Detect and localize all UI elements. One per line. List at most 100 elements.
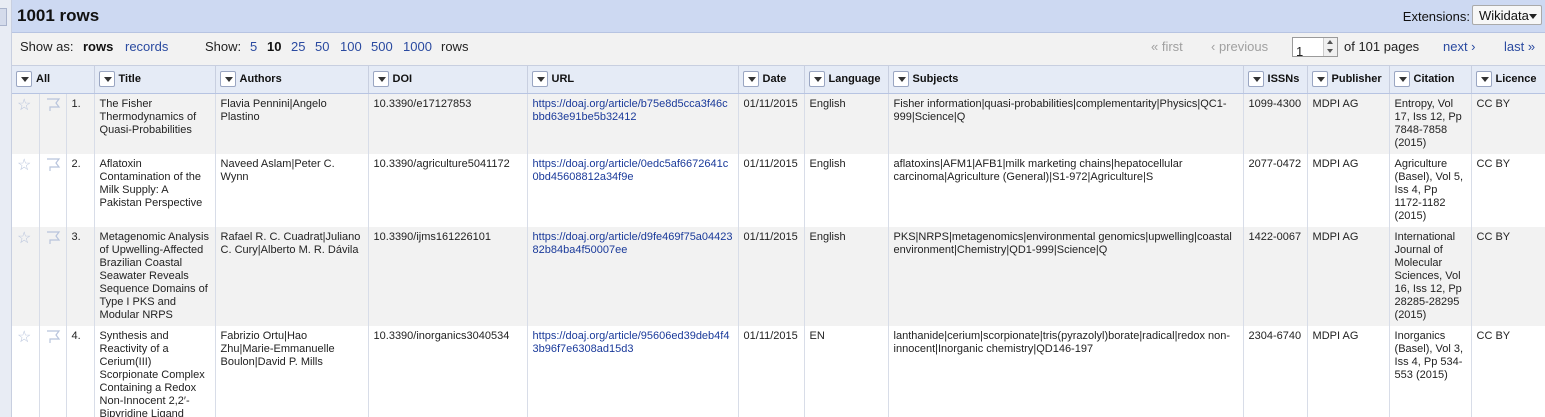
cell-authors[interactable]: Flavia Pennini|Angelo Plastino (215, 93, 369, 154)
cell-issns[interactable]: 2077-0472 (1243, 153, 1308, 227)
page-size-10[interactable]: 10 (267, 39, 281, 54)
next-page-link[interactable]: next › (1443, 39, 1476, 54)
column-menu-icon[interactable] (372, 71, 389, 88)
flag-icon[interactable] (45, 230, 61, 245)
show-as-records-option[interactable]: records (125, 39, 168, 54)
cell-language[interactable]: EN (804, 325, 889, 417)
column-header-licence[interactable]: Licence (1471, 66, 1545, 94)
cell-subjects[interactable]: PKS|NRPS|metagenomics|environmental geno… (888, 226, 1244, 326)
column-menu-icon[interactable] (1311, 71, 1328, 88)
flag-icon[interactable] (45, 329, 61, 344)
column-menu-icon[interactable] (892, 71, 909, 88)
cell-url[interactable]: https://doaj.org/article/b75e8d5cca3f46c… (527, 93, 739, 154)
page-size-100[interactable]: 100 (340, 39, 362, 54)
star-icon[interactable]: ☆ (17, 97, 31, 114)
cell-subjects[interactable]: Fisher information|quasi-probabilities|c… (888, 93, 1244, 154)
cell-citation[interactable]: International Journal of Molecular Scien… (1389, 226, 1472, 326)
star-icon[interactable]: ☆ (17, 230, 31, 247)
previous-page-link[interactable]: ‹ previous (1211, 39, 1268, 54)
cell-url[interactable]: https://doaj.org/article/0edc5af6672641c… (527, 153, 739, 227)
cell-doi[interactable]: 10.3390/inorganics3040534 (368, 325, 528, 417)
cell-publisher[interactable]: MDPI AG (1307, 226, 1390, 326)
page-size-1000[interactable]: 1000 (403, 39, 432, 54)
column-menu-icon[interactable] (16, 71, 32, 88)
cell-licence[interactable]: CC BY (1471, 325, 1545, 417)
page-number-input[interactable]: 1 (1292, 37, 1338, 59)
url-link[interactable]: https://doaj.org/article/0edc5af6672641c… (533, 158, 729, 183)
cell-language[interactable]: English (804, 153, 889, 227)
star-icon[interactable]: ☆ (17, 157, 31, 174)
url-link[interactable]: https://doaj.org/article/d9fe469f75a0442… (533, 231, 733, 256)
column-header-date[interactable]: Date (738, 66, 805, 94)
star-cell[interactable]: ☆ (12, 325, 40, 417)
column-menu-icon[interactable] (1393, 71, 1410, 88)
cell-subjects[interactable]: lanthanide|cerium|scorpionate|tris(pyraz… (888, 325, 1244, 417)
star-cell[interactable]: ☆ (12, 93, 40, 154)
cell-language[interactable]: English (804, 226, 889, 326)
column-header-citation[interactable]: Citation (1389, 66, 1472, 94)
cell-title[interactable]: Aflatoxin Contamination of the Milk Supp… (94, 153, 216, 227)
cell-licence[interactable]: CC BY (1471, 226, 1545, 326)
show-as-rows-option[interactable]: rows (83, 39, 113, 54)
page-size-25[interactable]: 25 (291, 39, 305, 54)
cell-citation[interactable]: Agriculture (Basel), Vol 5, Iss 4, Pp 11… (1389, 153, 1472, 227)
column-header-all[interactable]: All (12, 66, 95, 94)
stepper-up-icon[interactable] (1327, 40, 1333, 44)
cell-issns[interactable]: 2304-6740 (1243, 325, 1308, 417)
page-stepper[interactable] (1323, 38, 1337, 56)
page-size-500[interactable]: 500 (371, 39, 393, 54)
first-page-link[interactable]: « first (1151, 39, 1183, 54)
cell-title[interactable]: The Fisher Thermodynamics of Quasi-Proba… (94, 93, 216, 154)
column-menu-icon[interactable] (1247, 71, 1264, 88)
last-page-link[interactable]: last » (1504, 39, 1535, 54)
cell-date[interactable]: 01/11/2015 (738, 325, 805, 417)
cell-doi[interactable]: 10.3390/ijms161226101 (368, 226, 528, 326)
star-cell[interactable]: ☆ (12, 153, 40, 227)
cell-authors[interactable]: Rafael R. C. Cuadrat|Juliano C. Cury|Alb… (215, 226, 369, 326)
flag-cell[interactable] (39, 325, 67, 417)
flag-icon[interactable] (45, 157, 61, 172)
cell-doi[interactable]: 10.3390/agriculture5041172 (368, 153, 528, 227)
page-size-50[interactable]: 50 (315, 39, 329, 54)
star-cell[interactable]: ☆ (12, 226, 40, 326)
cell-authors[interactable]: Naveed Aslam|Peter C. Wynn (215, 153, 369, 227)
column-menu-icon[interactable] (808, 71, 825, 88)
stepper-down-icon[interactable] (1327, 49, 1333, 53)
cell-licence[interactable]: CC BY (1471, 153, 1545, 227)
flag-cell[interactable] (39, 93, 67, 154)
panel-resize-handle[interactable] (0, 8, 7, 26)
cell-doi[interactable]: 10.3390/e17127853 (368, 93, 528, 154)
column-menu-icon[interactable] (742, 71, 759, 88)
cell-publisher[interactable]: MDPI AG (1307, 93, 1390, 154)
column-header-issns[interactable]: ISSNs (1243, 66, 1308, 94)
column-header-subjects[interactable]: Subjects (888, 66, 1244, 94)
flag-cell[interactable] (39, 153, 67, 227)
column-header-publisher[interactable]: Publisher (1307, 66, 1390, 94)
cell-url[interactable]: https://doaj.org/article/95606ed39deb4f4… (527, 325, 739, 417)
cell-issns[interactable]: 1422-0067 (1243, 226, 1308, 326)
column-menu-icon[interactable] (531, 71, 548, 88)
column-menu-icon[interactable] (219, 71, 236, 88)
cell-language[interactable]: English (804, 93, 889, 154)
flag-cell[interactable] (39, 226, 67, 326)
extensions-dropdown[interactable]: Wikidata (1472, 5, 1542, 25)
cell-date[interactable]: 01/11/2015 (738, 93, 805, 154)
cell-publisher[interactable]: MDPI AG (1307, 153, 1390, 227)
column-header-doi[interactable]: DOI (368, 66, 528, 94)
url-link[interactable]: https://doaj.org/article/b75e8d5cca3f46c… (533, 98, 728, 123)
column-header-authors[interactable]: Authors (215, 66, 369, 94)
cell-publisher[interactable]: MDPI AG (1307, 325, 1390, 417)
cell-date[interactable]: 01/11/2015 (738, 153, 805, 227)
cell-title[interactable]: Synthesis and Reactivity of a Cerium(III… (94, 325, 216, 417)
cell-subjects[interactable]: aflatoxins|AFM1|AFB1|milk marketing chai… (888, 153, 1244, 227)
cell-issns[interactable]: 1099-4300 (1243, 93, 1308, 154)
url-link[interactable]: https://doaj.org/article/95606ed39deb4f4… (533, 330, 730, 355)
cell-title[interactable]: Metagenomic Analysis of Upwelling-Affect… (94, 226, 216, 326)
cell-citation[interactable]: Inorganics (Basel), Vol 3, Iss 4, Pp 534… (1389, 325, 1472, 417)
column-header-language[interactable]: Language (804, 66, 889, 94)
cell-citation[interactable]: Entropy, Vol 17, Iss 12, Pp 7848-7858 (2… (1389, 93, 1472, 154)
column-header-url[interactable]: URL (527, 66, 739, 94)
cell-authors[interactable]: Fabrizio Ortu|Hao Zhu|Marie-Emmanuelle B… (215, 325, 369, 417)
cell-url[interactable]: https://doaj.org/article/d9fe469f75a0442… (527, 226, 739, 326)
star-icon[interactable]: ☆ (17, 329, 31, 346)
